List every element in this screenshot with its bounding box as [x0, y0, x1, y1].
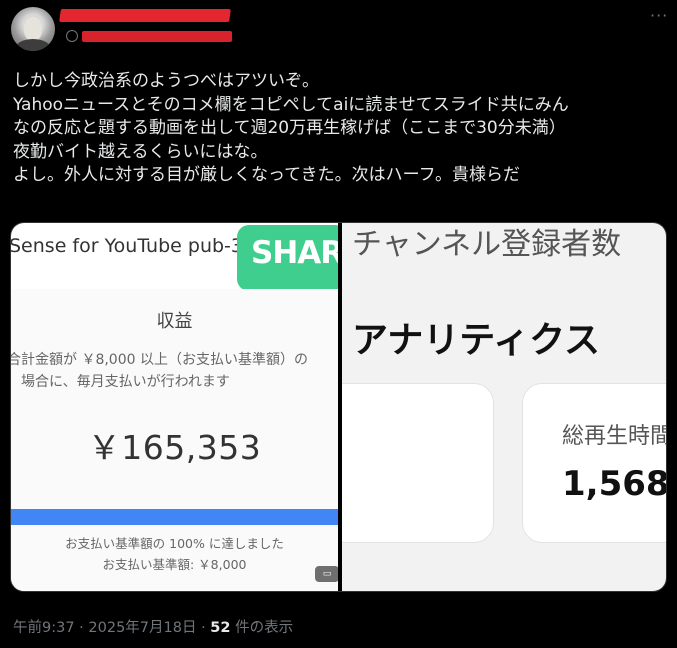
revenue-note: 合計金額が ￥8,000 以上（お支払い基準額）の 場合に、毎月支払いが行われま… — [11, 349, 308, 393]
tweet-meta: 午前9:37 · 2025年7月18日 · 52 件の表示 — [13, 616, 293, 637]
author-name-redacted[interactable] — [59, 9, 231, 22]
share-badge-text: SHAR — [251, 235, 338, 271]
revenue-note-line: 場合に、毎月支払いが行われます — [21, 374, 230, 390]
avatar-face — [24, 17, 42, 41]
revenue-label: 収益 — [156, 311, 193, 332]
payout-progress-fill — [11, 509, 338, 525]
tweet-line: しかし今政治系のようつべはアツいぞ。 — [13, 71, 319, 91]
media-image-adsense[interactable]: Sense for YouTube pub-3 SHAR 収益 合計金額が ￥8… — [11, 223, 338, 591]
payout-reached-text: お支払い基準額の 100% に達しました — [65, 536, 284, 551]
avatar-shoulders — [15, 39, 51, 51]
payout-progress-bar — [11, 509, 338, 525]
tweet-line: なの反応と題する動画を出して週20万再生稼げば（ここまで30分未満） — [13, 118, 566, 138]
tweet-text: しかし今政治系のようつべはアツいぞ。 Yahooニュースとそのコメ欄をコピペして… — [13, 70, 668, 188]
payout-threshold-text: お支払い基準額: ￥8,000 — [102, 557, 247, 572]
more-options-icon[interactable]: ··· — [650, 8, 668, 24]
channel-subscribers-label: チャンネル登録者数 — [352, 227, 622, 262]
tweet-line: よし。外人に対する目が厳しくなってきた。次はハーフ。貴様らだ — [13, 165, 520, 185]
post-date[interactable]: 2025年7月18日 — [88, 620, 196, 636]
author-handle-redacted — [82, 30, 232, 42]
author-handle[interactable] — [66, 30, 232, 42]
comment-icon[interactable]: ▭ — [315, 566, 338, 582]
meta-separator: · — [201, 620, 206, 636]
post-time[interactable]: 午前9:37 — [13, 620, 75, 636]
analytics-title: アナリティクス — [352, 320, 601, 361]
view-count: 52 — [210, 620, 231, 636]
media-image-analytics[interactable]: チャンネル登録者数 アナリティクス 総再生時間 1,568 — [342, 223, 667, 591]
author-avatar[interactable] — [11, 7, 55, 51]
watch-time-label: 総再生時間 — [562, 424, 667, 449]
revenue-amount: ￥165,353 — [87, 428, 262, 467]
meta-separator: · — [79, 620, 84, 636]
handle-at-icon — [66, 30, 78, 42]
watch-time-value: 1,568 — [562, 464, 667, 504]
view-count-suffix: 件の表示 — [235, 620, 294, 636]
tweet-line: Yahooニュースとそのコメ欄をコピペしてaiに読ませてスライド共にみん — [13, 94, 569, 115]
tweet-line: 夜勤バイト越えるくらいにはな。 — [13, 141, 268, 162]
revenue-note-line: 合計金額が ￥8,000 以上（お支払い基準額）の — [11, 352, 308, 368]
watch-time-card: 総再生時間 1,568 — [522, 383, 667, 543]
analytics-card — [342, 383, 494, 543]
adsense-header: Sense for YouTube pub-3 — [11, 235, 243, 257]
tweet-media[interactable]: Sense for YouTube pub-3 SHAR 収益 合計金額が ￥8… — [10, 222, 667, 592]
